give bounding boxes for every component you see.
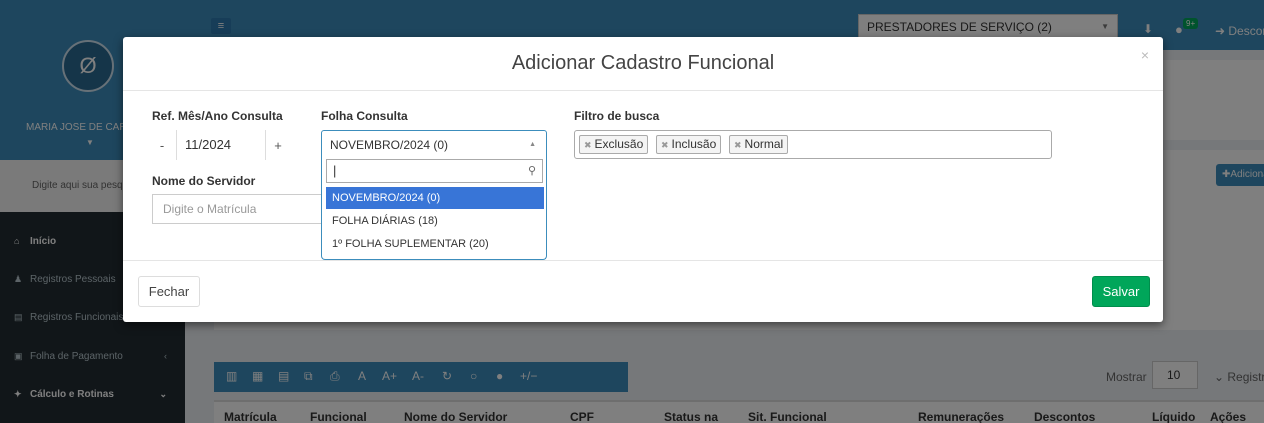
modal-header: Adicionar Cadastro Funcional × [123, 37, 1163, 91]
tag-exclusao: ✖ Exclusão [579, 135, 649, 154]
ref-label: Ref. Mês/Ano Consulta [152, 109, 283, 123]
folha-select-value: NOVEMBRO/2024 (0) [330, 138, 449, 152]
tag-inclusao: ✖ Inclusão [656, 135, 722, 154]
tag-normal: ✖ Normal [729, 135, 789, 154]
save-button[interactable]: Salvar [1092, 276, 1150, 307]
remove-tag-icon[interactable]: ✖ [734, 140, 742, 150]
folha-select[interactable]: NOVEMBRO/2024 (0) ▲ [321, 130, 547, 160]
ref-month-input[interactable]: 11/2024 [176, 130, 266, 160]
tag-label: Normal [744, 137, 784, 151]
filtro-label: Filtro de busca [574, 109, 660, 123]
remove-tag-icon[interactable]: ✖ [584, 140, 592, 150]
chevron-up-icon: ▲ [529, 141, 536, 148]
tag-label: Inclusão [671, 137, 717, 151]
add-cadastro-modal: Adicionar Cadastro Funcional × Ref. Mês/… [123, 37, 1163, 322]
servidor-input[interactable]: Digite o Matrícula [152, 194, 322, 224]
search-icon: ⚲ [527, 165, 536, 177]
decrement-button[interactable]: - [152, 130, 172, 160]
ref-month-stepper: - 11/2024 + [152, 130, 292, 160]
close-button[interactable]: Fechar [138, 276, 200, 307]
tag-label: Exclusão [594, 137, 644, 151]
dropdown-search-input[interactable]: | ⚲ [326, 159, 543, 183]
folha-dropdown: | ⚲ NOVEMBRO/2024 (0) FOLHA DIÁRIAS (18) … [321, 159, 547, 260]
dropdown-option[interactable]: NOVEMBRO/2024 (0) [326, 187, 544, 209]
dropdown-option[interactable]: FOLHA DIÁRIAS (18) [326, 210, 544, 232]
filtro-tags-input[interactable]: ✖ Exclusão ✖ Inclusão ✖ Normal [574, 130, 1052, 159]
modal-title: Adicionar Cadastro Funcional [511, 52, 775, 74]
folha-label: Folha Consulta [321, 109, 408, 123]
modal-footer: Fechar Salvar [123, 260, 1163, 322]
increment-button[interactable]: + [268, 130, 288, 160]
close-icon[interactable]: × [1141, 47, 1149, 63]
dropdown-option[interactable]: 1º FOLHA SUPLEMENTAR (20) [326, 233, 544, 255]
remove-tag-icon[interactable]: ✖ [661, 140, 669, 150]
servidor-label: Nome do Servidor [152, 174, 256, 188]
